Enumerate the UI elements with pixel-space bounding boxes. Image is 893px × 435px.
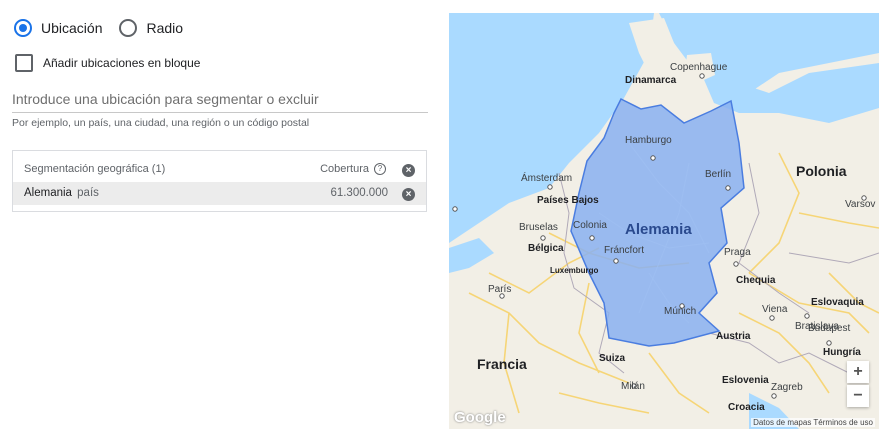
bulk-locations-row: Añadir ubicaciones en bloque [15,54,200,72]
coverage-label: Cobertura [320,163,369,175]
map-label-hamburg: Hamburgo [625,135,672,146]
map-label-paris: París [488,284,512,295]
targeting-panel: Ubicación Radio Añadir ubicaciones en bl… [0,0,440,435]
table-header-targeting: Segmentación geográfica (1) [24,163,166,175]
help-icon[interactable]: ? [374,163,386,175]
map-view[interactable]: Copenhague Dinamarca Hamburgo Berlín Pol… [449,13,879,429]
map-label-cologne: Colonia [573,220,607,231]
bulk-locations-label[interactable]: Añadir ubicaciones en bloque [43,56,200,70]
map-label-czechia: Chequia [736,275,776,286]
map-label-selected-region: Alemania [625,221,692,238]
radio-location[interactable] [14,19,32,37]
row-location-name: Alemania [24,187,72,199]
map-label-frankfurt: Fráncfort [604,245,645,256]
radio-location-label[interactable]: Ubicación [41,20,102,36]
location-search-hint: Por ejemplo, un país, una ciudad, una re… [12,117,310,129]
map-label-brussels: Bruselas [519,222,558,233]
row-coverage: 61.300.000 [330,187,388,199]
map-label-milan: Milán [621,381,645,392]
remove-row-icon[interactable]: × [402,188,415,201]
zoom-out-button[interactable]: − [847,385,869,407]
row-location: Alemania país [24,187,99,199]
google-logo: Google [454,409,506,426]
map-label-slovenia: Eslovenia [722,375,769,386]
map-label-croatia: Croacia [728,402,765,413]
remove-all-icon[interactable]: × [402,164,415,177]
map-label-vienna: Viena [762,304,788,315]
bulk-locations-checkbox[interactable] [15,54,33,72]
targeting-mode-group: Ubicación Radio [14,19,183,37]
map-label-berlin: Berlín [705,169,732,180]
radio-radius[interactable] [119,19,138,37]
table-row: Alemania país 61.300.000 × [13,182,426,205]
map-label-denmark: Dinamarca [625,75,677,86]
map-label-france: Francia [477,356,527,372]
map-label-slovakia: Eslovaquia [811,297,864,308]
location-search-input[interactable] [12,86,428,113]
map-label-belgium: Bélgica [528,243,564,254]
radio-radius-label[interactable]: Radio [146,20,183,36]
table-header: Segmentación geográfica (1) Cobertura ? … [13,151,426,182]
map-label-poland: Polonia [796,163,847,179]
map-label-hungary: Hungría [823,347,861,358]
map-label-luxembourg: Luxemburgo [550,266,599,275]
map-label-munich: Múnich [664,306,697,317]
map-label-copenhagen: Copenhague [670,62,728,73]
map-attribution[interactable]: Datos de mapas Términos de uso [751,418,875,427]
zoom-in-button[interactable]: + [847,361,869,383]
table-header-coverage: Cobertura ? [320,163,386,175]
map-label-warsaw: Varsov [845,199,876,210]
map-label-amsterdam: Ámsterdam [521,173,573,184]
row-location-type: país [77,187,99,199]
map-label-zagreb: Zagreb [771,382,803,393]
map-label-austria: Austria [716,331,751,342]
geo-targeting-table: Segmentación geográfica (1) Cobertura ? … [12,150,427,212]
map-label-netherlands: Países Bajos [537,195,599,206]
map-label-switzerland: Suiza [599,353,626,364]
english-channel [449,238,494,273]
map-label-budapest: Budapest [808,323,851,334]
map-label-prague: Praga [724,247,751,258]
